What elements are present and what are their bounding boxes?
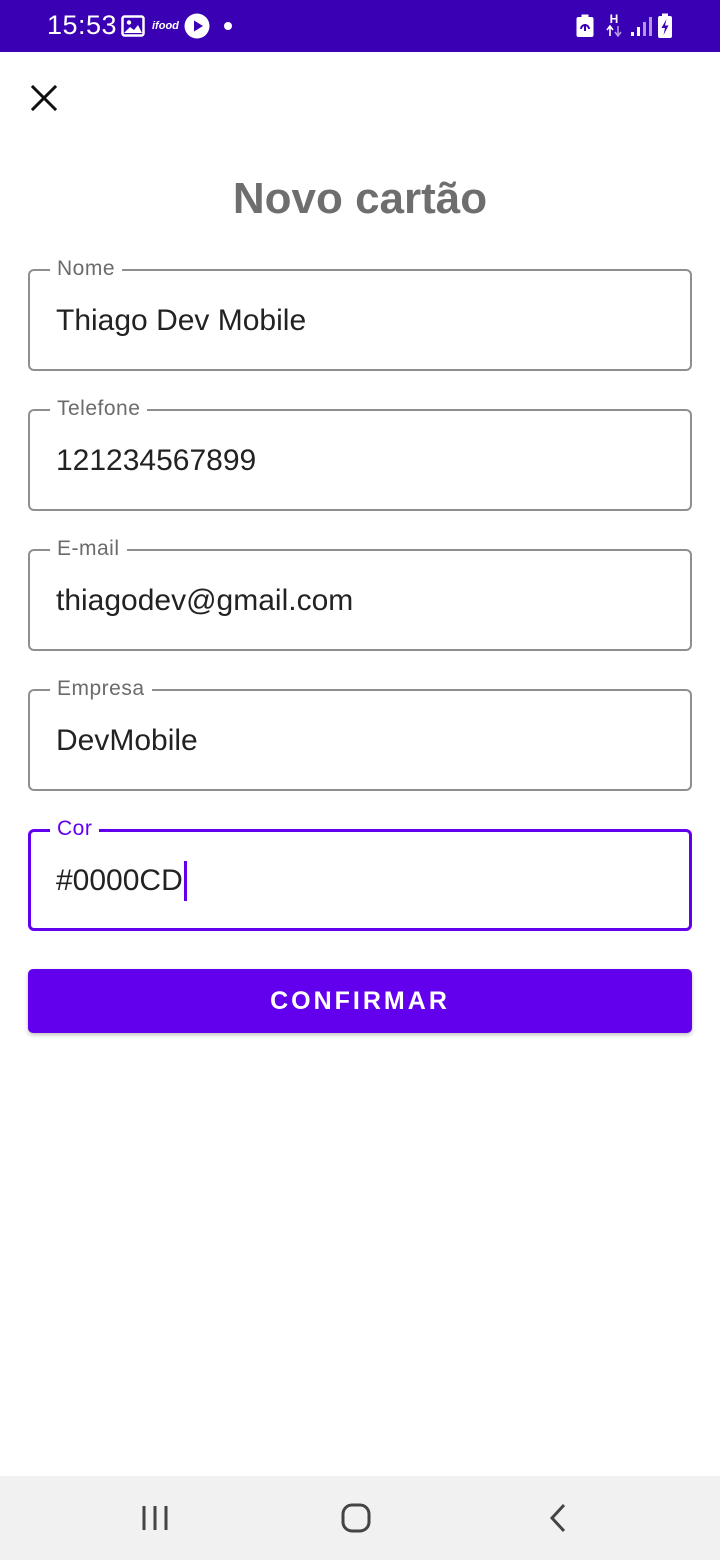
recent-apps-button[interactable] bbox=[125, 1496, 185, 1540]
navigation-bar bbox=[0, 1476, 720, 1560]
close-icon bbox=[31, 85, 57, 111]
dot-icon bbox=[223, 13, 233, 39]
back-icon bbox=[549, 1503, 566, 1533]
name-field-label: Nome bbox=[50, 257, 123, 281]
battery-saver-icon bbox=[575, 13, 595, 39]
ifood-label: ifood bbox=[152, 20, 179, 32]
home-button[interactable] bbox=[326, 1496, 386, 1540]
page-title: Novo cartão bbox=[232, 174, 488, 223]
color-field-value-wrap: #0000CD bbox=[56, 861, 187, 901]
play-icon bbox=[184, 13, 210, 39]
color-field-label: Cor bbox=[50, 817, 100, 841]
email-field[interactable]: E-mail thiagodev@gmail.com bbox=[28, 537, 692, 651]
color-field-value: #0000CD bbox=[56, 864, 183, 897]
network-label: H bbox=[609, 12, 619, 26]
close-button[interactable] bbox=[24, 78, 64, 118]
phone-field-label: Telefone bbox=[50, 397, 148, 421]
phone-field[interactable]: Telefone 121234567899 bbox=[28, 397, 692, 511]
company-field-value: DevMobile bbox=[56, 724, 198, 757]
name-field-value: Thiago Dev Mobile bbox=[56, 304, 307, 337]
recent-apps-icon bbox=[142, 1506, 168, 1530]
image-icon bbox=[121, 13, 145, 39]
home-icon bbox=[341, 1503, 371, 1533]
email-field-label: E-mail bbox=[50, 537, 127, 561]
color-field[interactable]: Cor #0000CD bbox=[28, 817, 692, 931]
ifood-icon: ifood bbox=[152, 13, 179, 39]
signal-icon bbox=[630, 13, 654, 39]
company-field[interactable]: Empresa DevMobile bbox=[28, 677, 692, 791]
company-field-label: Empresa bbox=[50, 677, 152, 701]
text-caret bbox=[183, 861, 187, 901]
confirm-button[interactable]: CONFIRMAR bbox=[28, 969, 692, 1033]
battery-charging-icon bbox=[657, 13, 673, 39]
email-field-value: thiagodev@gmail.com bbox=[56, 584, 354, 617]
phone-field-value: 121234567899 bbox=[56, 444, 257, 477]
status-bar: 15:53 ifood H bbox=[0, 0, 720, 52]
back-button[interactable] bbox=[528, 1496, 588, 1540]
name-field[interactable]: Nome Thiago Dev Mobile bbox=[28, 257, 692, 371]
status-time: 15:53 bbox=[47, 10, 118, 40]
network-h-icon: H bbox=[606, 12, 622, 38]
